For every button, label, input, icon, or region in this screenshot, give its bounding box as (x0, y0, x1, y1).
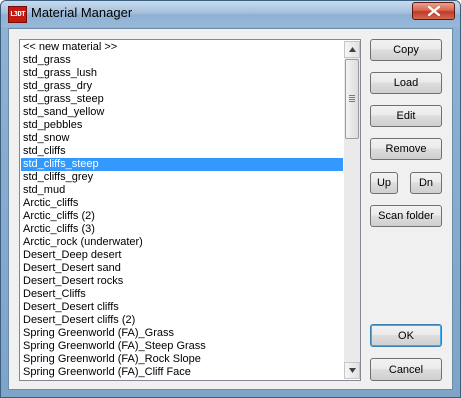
material-list-item[interactable]: std_grass (21, 54, 343, 67)
copy-button[interactable]: Copy (370, 39, 442, 61)
window-title: Material Manager (31, 5, 133, 20)
dialog-body: << new material >> std_grass std_grass_lus… (8, 28, 453, 390)
scroll-down-button[interactable] (344, 362, 360, 379)
scroll-up-arrow-icon (349, 47, 356, 52)
material-list-item[interactable]: std_pebbles (21, 119, 343, 132)
material-list-item[interactable]: Spring Greenworld (FA)_Cliff Face (21, 366, 343, 379)
material-list[interactable]: << new material >> std_grass std_grass_lus… (19, 39, 361, 381)
material-list-item[interactable]: Arctic_cliffs (2) (21, 210, 343, 223)
material-list-item[interactable]: Desert_Deep desert (21, 249, 343, 262)
material-list-item[interactable]: Desert_Desert sand (21, 262, 343, 275)
material-list-item[interactable]: Arctic_rock (underwater) (21, 236, 343, 249)
material-list-items: << new material >> std_grass std_grass_lus… (21, 41, 343, 379)
edit-button[interactable]: Edit (370, 105, 442, 127)
material-list-item[interactable]: Arctic_cliffs (3) (21, 223, 343, 236)
material-list-item[interactable]: std_snow (21, 132, 343, 145)
material-list-item[interactable]: std_sand_yellow (21, 106, 343, 119)
material-list-item[interactable]: Desert_Desert cliffs (2) (21, 314, 343, 327)
material-list-item[interactable]: std_mud (21, 184, 343, 197)
ok-button[interactable]: OK (370, 324, 442, 347)
material-list-item[interactable]: std_cliffs (21, 145, 343, 158)
load-button[interactable]: Load (370, 72, 442, 94)
material-list-item[interactable]: Spring Greenworld (FA)_Grass (21, 327, 343, 340)
material-list-item[interactable]: Spring Greenworld (FA)_Steep Grass (21, 340, 343, 353)
material-list-item[interactable]: std_cliffs_steep (21, 158, 343, 171)
material-list-item[interactable]: std_grass_dry (21, 80, 343, 93)
scan-folder-button[interactable]: Scan folder (370, 205, 442, 227)
move-up-button[interactable]: Up (370, 172, 398, 194)
material-list-item[interactable]: Desert_Cliffs (21, 288, 343, 301)
scroll-thumb-grip (349, 95, 355, 103)
list-scrollbar[interactable] (344, 41, 360, 379)
title-bar[interactable]: L3DT Material Manager (1, 1, 460, 27)
scroll-down-arrow-icon (349, 368, 356, 373)
material-list-item[interactable]: std_grass_lush (21, 67, 343, 80)
cancel-button[interactable]: Cancel (370, 358, 442, 381)
scroll-thumb[interactable] (345, 59, 359, 139)
close-icon (428, 6, 440, 16)
app-logo-icon: L3DT (8, 6, 27, 23)
material-list-item[interactable]: Desert_Desert cliffs (21, 301, 343, 314)
material-list-item[interactable]: Arctic_cliffs (21, 197, 343, 210)
material-list-item[interactable]: Spring Greenworld (FA)_Rock Slope (21, 353, 343, 366)
material-list-item[interactable]: Desert_Desert rocks (21, 275, 343, 288)
material-list-item[interactable]: std_cliffs_grey (21, 171, 343, 184)
scroll-up-button[interactable] (344, 41, 360, 58)
material-list-item[interactable]: std_grass_steep (21, 93, 343, 106)
move-down-button[interactable]: Dn (410, 172, 442, 194)
material-list-item[interactable]: << new material >> (21, 41, 343, 54)
remove-button[interactable]: Remove (370, 138, 442, 160)
material-manager-window: L3DT Material Manager << new material >>… (0, 0, 461, 398)
close-button[interactable] (412, 2, 455, 20)
